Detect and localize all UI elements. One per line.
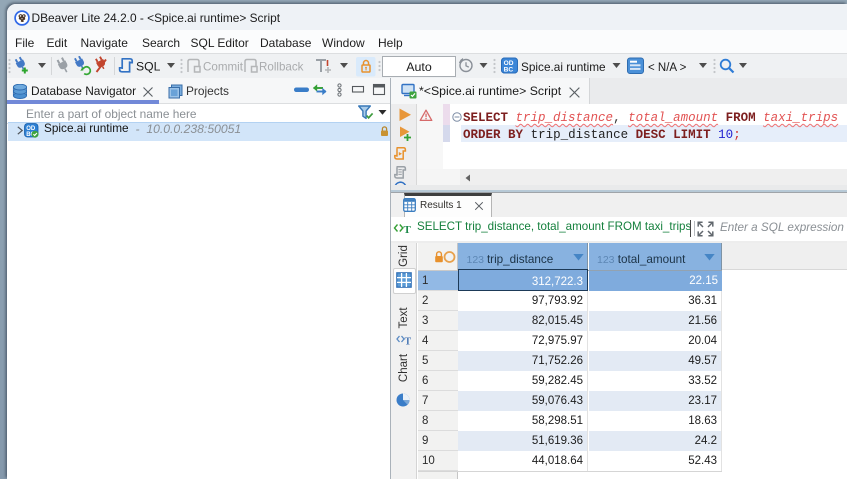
svg-text:< N/A >: < N/A > bbox=[648, 62, 687, 74]
svg-text:BC: BC bbox=[504, 67, 514, 74]
svg-text:Rollback: Rollback bbox=[259, 61, 304, 74]
svg-text:Spice.ai runtime: Spice.ai runtime bbox=[521, 60, 606, 74]
svg-text:Auto: Auto bbox=[406, 60, 432, 74]
svg-text:SQL: SQL bbox=[136, 60, 161, 74]
svg-text:Commit: Commit bbox=[203, 61, 244, 74]
